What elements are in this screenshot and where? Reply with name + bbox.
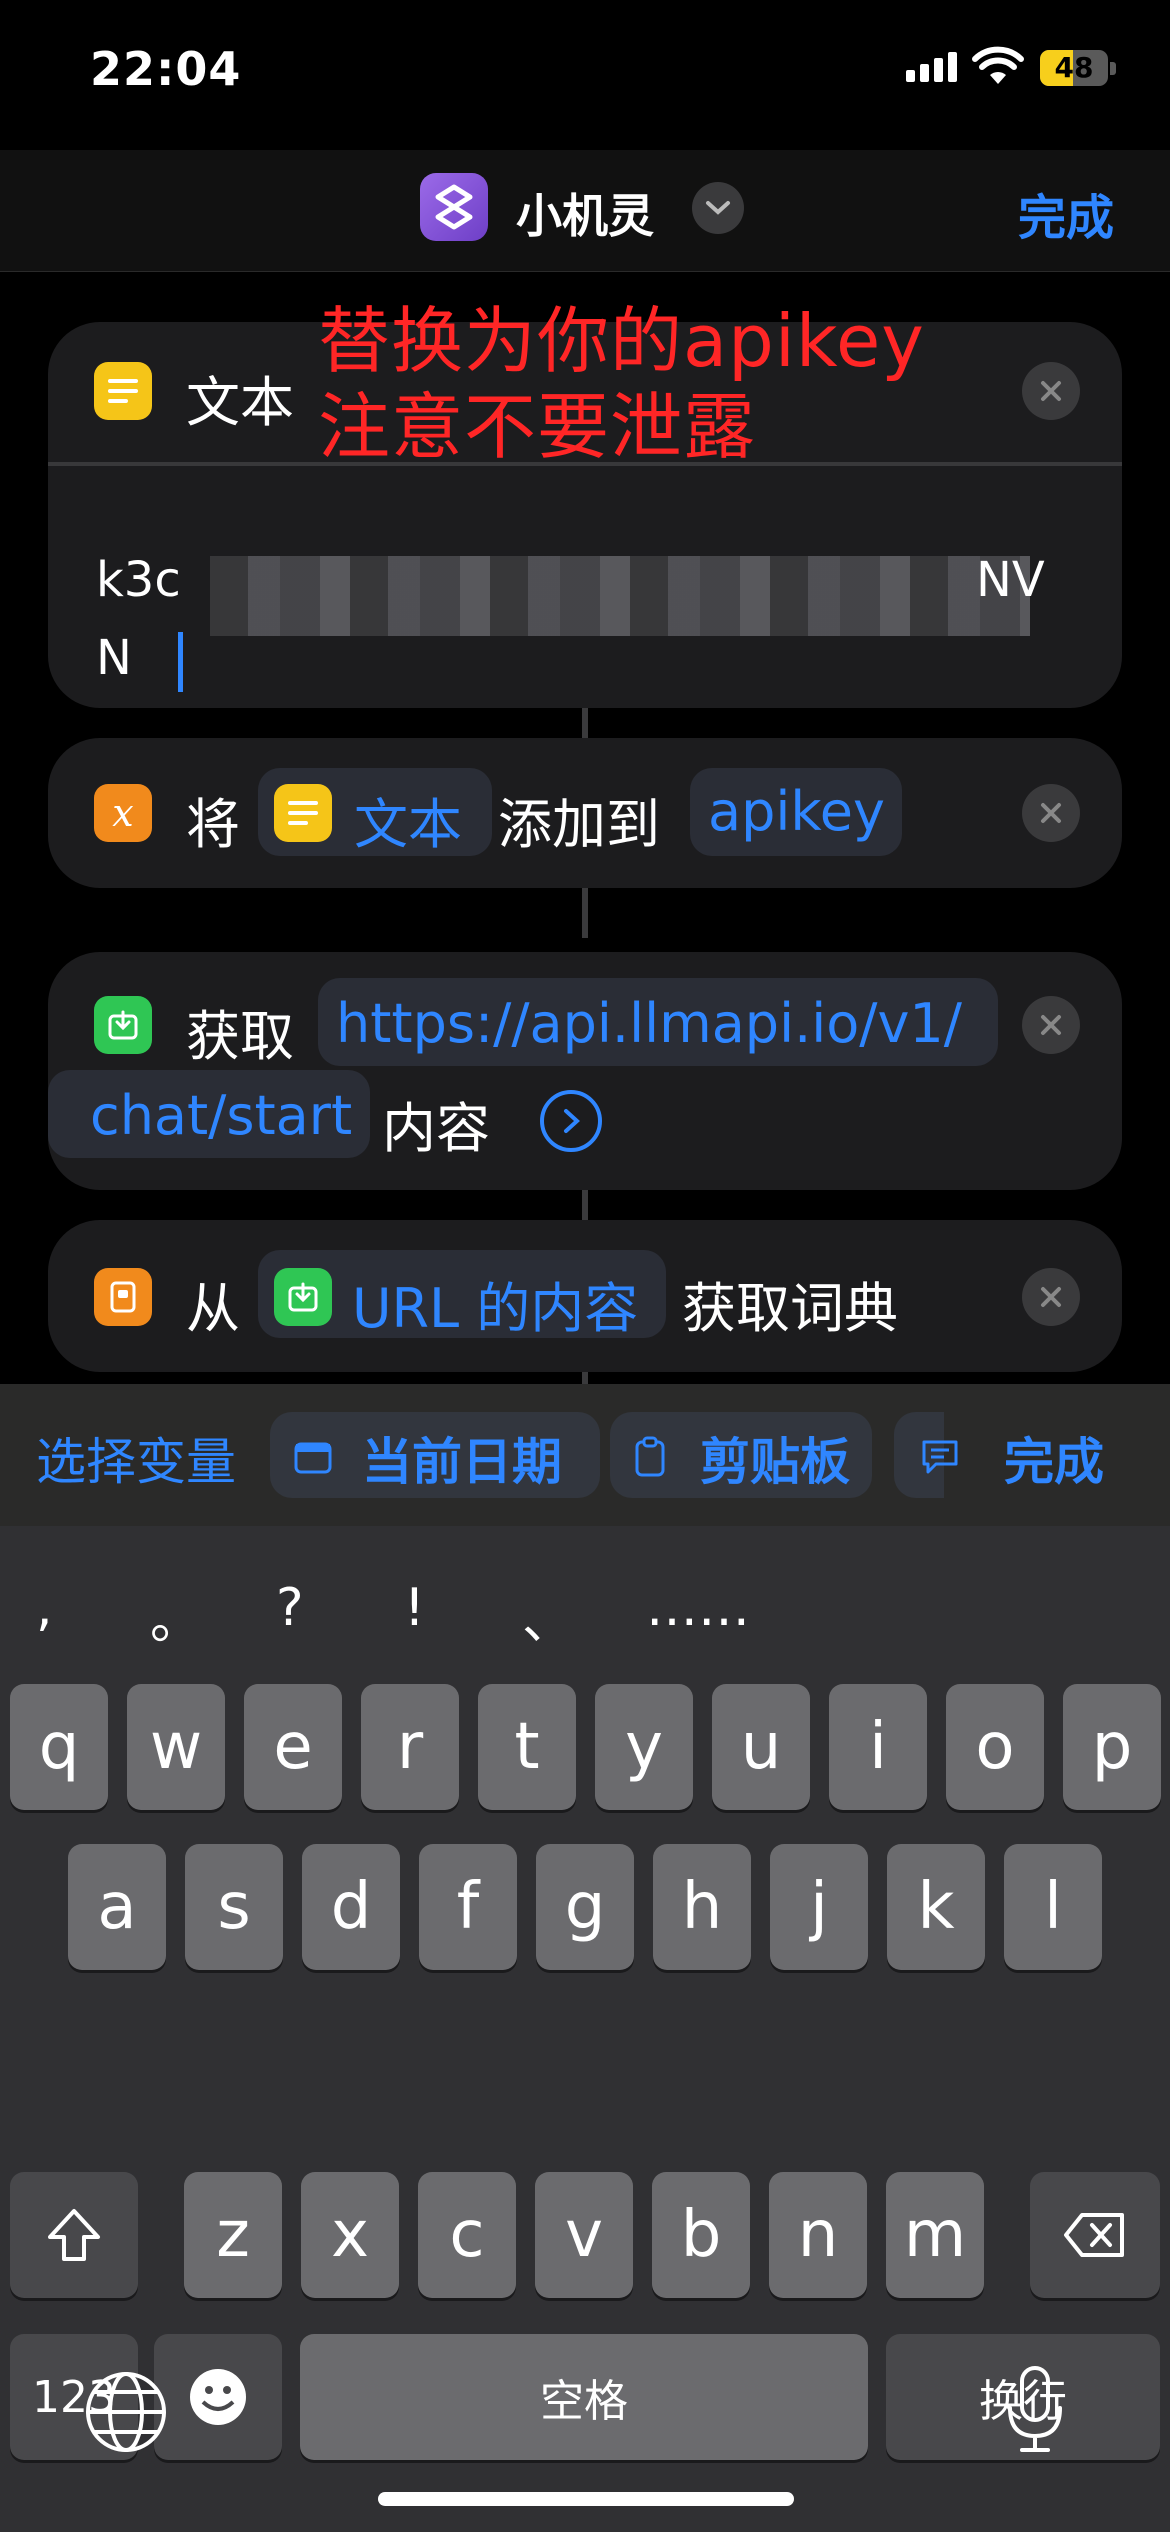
calendar-icon bbox=[294, 1440, 332, 1478]
clipboard-label[interactable]: 剪贴板 bbox=[700, 1422, 850, 1494]
punct-key[interactable]: , bbox=[36, 1578, 53, 1638]
shortcut-app-icon[interactable] bbox=[420, 173, 488, 241]
message-icon[interactable] bbox=[920, 1438, 960, 1480]
text-action-icon bbox=[94, 362, 152, 420]
key-f[interactable]: f bbox=[419, 1844, 517, 1970]
add-verb: 将 bbox=[186, 793, 240, 856]
key-l[interactable]: l bbox=[1004, 1844, 1102, 1970]
shortcut-title[interactable]: 小机灵 bbox=[516, 180, 654, 246]
battery-icon: 48 bbox=[1040, 50, 1108, 86]
url-line2[interactable]: chat/start bbox=[90, 1084, 352, 1147]
punct-key[interactable]: 、 bbox=[522, 1578, 574, 1653]
key-w[interactable]: w bbox=[127, 1684, 225, 1810]
get-dictionary-card[interactable]: 从 URL 的内容 获取词典 bbox=[48, 1220, 1122, 1372]
from-verb: 从 bbox=[186, 1277, 240, 1340]
emoji-key[interactable] bbox=[154, 2334, 282, 2460]
apikey-variable-label[interactable]: apikey bbox=[708, 780, 885, 843]
dictionary-icon bbox=[94, 1268, 152, 1326]
key-v[interactable]: v bbox=[535, 2172, 633, 2298]
globe-icon[interactable] bbox=[84, 2370, 168, 2458]
text-variable-icon bbox=[274, 784, 332, 842]
done-button[interactable]: 完成 bbox=[1018, 178, 1114, 248]
chevron-down-icon[interactable] bbox=[692, 182, 744, 234]
key-y[interactable]: y bbox=[595, 1684, 693, 1810]
variable-toolbar: 选择变量 当前日期 剪贴板 完成 bbox=[0, 1384, 1170, 1526]
status-time: 22:04 bbox=[90, 42, 242, 96]
key-x[interactable]: x bbox=[301, 2172, 399, 2298]
backspace-key[interactable] bbox=[1030, 2172, 1160, 2298]
key-h[interactable]: h bbox=[653, 1844, 751, 1970]
key-k[interactable]: k bbox=[887, 1844, 985, 1970]
text-value-line2[interactable]: N bbox=[96, 630, 132, 686]
key-i[interactable]: i bbox=[829, 1684, 927, 1810]
key-s[interactable]: s bbox=[185, 1844, 283, 1970]
text-cursor bbox=[178, 632, 183, 692]
microphone-icon[interactable] bbox=[1004, 2364, 1066, 2460]
text-variable-label[interactable]: 文本 bbox=[354, 780, 462, 859]
punct-key[interactable]: ! bbox=[404, 1578, 425, 1638]
key-o[interactable]: o bbox=[946, 1684, 1044, 1810]
text-action-title: 文本 bbox=[186, 371, 294, 434]
wifi-icon bbox=[972, 46, 1024, 90]
add-to-variable-card[interactable]: x 将 文本 添加到 apikey bbox=[48, 738, 1122, 888]
toolbar-done-button[interactable]: 完成 bbox=[1004, 1422, 1104, 1494]
key-z[interactable]: z bbox=[184, 2172, 282, 2298]
get-dictionary-label: 获取词典 bbox=[682, 1277, 898, 1340]
expand-arrow-icon[interactable] bbox=[540, 1090, 602, 1152]
key-j[interactable]: j bbox=[770, 1844, 868, 1970]
clipboard-icon bbox=[634, 1436, 666, 1482]
navigation-bar: 小机灵 完成 bbox=[0, 150, 1170, 272]
contents-label: 内容 bbox=[382, 1097, 490, 1160]
key-n[interactable]: n bbox=[769, 2172, 867, 2298]
key-b[interactable]: b bbox=[652, 2172, 750, 2298]
key-m[interactable]: m bbox=[886, 2172, 984, 2298]
select-variable-button[interactable]: 选择变量 bbox=[36, 1422, 236, 1494]
annotation-line2: 注意不要泄露 bbox=[318, 385, 757, 469]
download-icon bbox=[274, 1268, 332, 1326]
punct-key[interactable]: ? bbox=[276, 1578, 304, 1638]
battery-level: 48 bbox=[1054, 51, 1094, 84]
current-date-label[interactable]: 当前日期 bbox=[362, 1422, 562, 1494]
download-icon bbox=[94, 996, 152, 1054]
punct-key[interactable]: …… bbox=[646, 1578, 750, 1638]
punct-key[interactable]: 。 bbox=[150, 1578, 202, 1653]
key-g[interactable]: g bbox=[536, 1844, 634, 1970]
get-verb: 获取 bbox=[186, 1005, 294, 1068]
key-r[interactable]: r bbox=[361, 1684, 459, 1810]
shift-key[interactable] bbox=[10, 2172, 138, 2298]
key-t[interactable]: t bbox=[478, 1684, 576, 1810]
text-value-end[interactable]: NV bbox=[976, 552, 1045, 608]
status-bar: 22:04 48 bbox=[0, 0, 1170, 150]
key-c[interactable]: c bbox=[418, 2172, 516, 2298]
keyboard: , 。 ? ! 、 …… qwertyuiop asdfghjkl zxcvbn… bbox=[0, 1526, 1170, 2532]
close-icon[interactable] bbox=[1022, 362, 1080, 420]
key-p[interactable]: p bbox=[1063, 1684, 1161, 1810]
text-value-start[interactable]: k3c bbox=[96, 552, 181, 608]
close-icon[interactable] bbox=[1022, 1268, 1080, 1326]
close-icon[interactable] bbox=[1022, 784, 1080, 842]
get-url-contents-card[interactable]: 获取 https://api.llmapi.io/v1/ chat/start … bbox=[48, 952, 1122, 1190]
variable-icon: x bbox=[94, 784, 152, 842]
cellular-signal-icon bbox=[906, 52, 957, 82]
key-q[interactable]: q bbox=[10, 1684, 108, 1810]
key-u[interactable]: u bbox=[712, 1684, 810, 1810]
key-e[interactable]: e bbox=[244, 1684, 342, 1810]
url-line1[interactable]: https://api.llmapi.io/v1/ bbox=[336, 992, 962, 1055]
home-indicator[interactable] bbox=[378, 2492, 794, 2506]
shortcut-editor: 文本 k3c NV N 替换为你的apikey 注意不要泄露 x 将 文本 添加… bbox=[0, 272, 1170, 1384]
url-contents-label[interactable]: URL 的内容 bbox=[352, 1264, 638, 1343]
key-d[interactable]: d bbox=[302, 1844, 400, 1970]
add-to-label: 添加到 bbox=[498, 793, 660, 856]
key-a[interactable]: a bbox=[68, 1844, 166, 1970]
redacted-apikey bbox=[210, 556, 1030, 636]
space-key[interactable]: 空格 bbox=[300, 2334, 868, 2460]
close-icon[interactable] bbox=[1022, 996, 1080, 1054]
